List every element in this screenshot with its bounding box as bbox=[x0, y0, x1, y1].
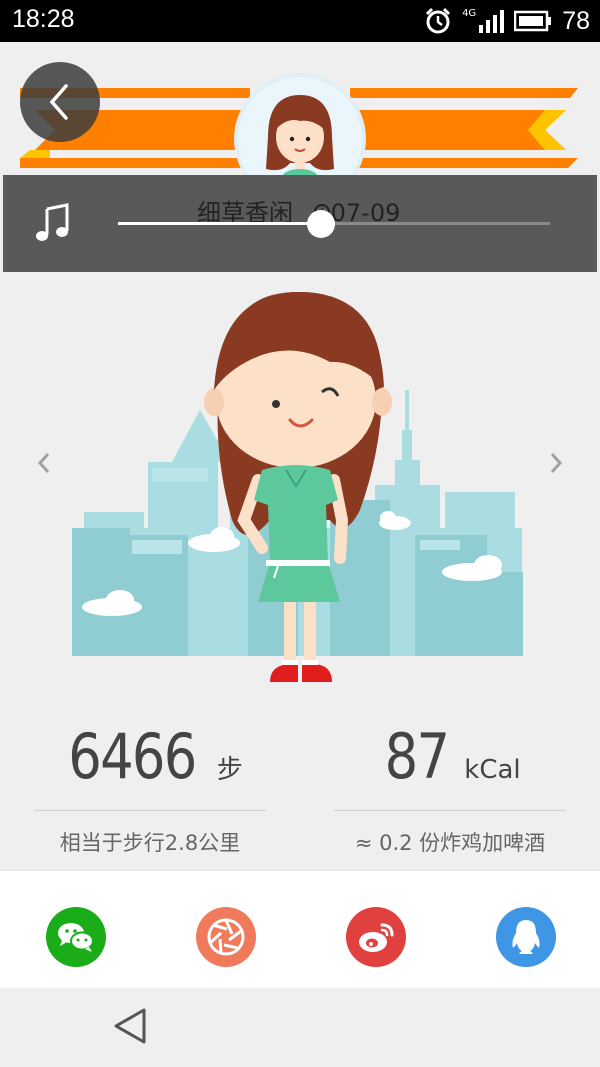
city-girl-illustration bbox=[72, 292, 523, 682]
divider bbox=[34, 810, 266, 811]
battery-level: 78 bbox=[562, 6, 590, 35]
status-bar: 18:28 4G 78 bbox=[0, 0, 600, 42]
next-character-arrow[interactable] bbox=[546, 448, 566, 478]
status-time: 18:28 bbox=[12, 5, 75, 33]
nav-back-icon[interactable] bbox=[112, 1006, 148, 1046]
battery-icon bbox=[514, 10, 552, 32]
progress-fill bbox=[118, 222, 322, 225]
back-button[interactable] bbox=[20, 62, 100, 142]
share-weibo-button[interactable] bbox=[346, 907, 406, 967]
share-wechat-button[interactable] bbox=[46, 907, 106, 967]
steps-unit: 步 bbox=[216, 755, 243, 785]
share-moments-button[interactable] bbox=[196, 907, 256, 967]
signal-icon bbox=[479, 10, 505, 33]
network-type-label: 4G bbox=[462, 7, 477, 19]
moments-icon bbox=[196, 907, 256, 967]
steps-stat: 6466 步 相当于步行2.8公里 bbox=[34, 720, 266, 857]
music-note-icon[interactable] bbox=[33, 203, 73, 243]
music-player: 细草香闲 07-09 bbox=[3, 175, 597, 272]
steps-distance-note: 相当于步行2.8公里 bbox=[59, 831, 241, 855]
share-bar bbox=[0, 870, 600, 989]
progress-slider[interactable] bbox=[118, 210, 550, 238]
progress-thumb[interactable] bbox=[307, 210, 336, 238]
chevron-left-icon bbox=[37, 453, 50, 473]
divider bbox=[334, 810, 566, 811]
previous-character-arrow[interactable] bbox=[34, 448, 54, 478]
character-illustration bbox=[0, 272, 600, 702]
calories-stat: 87 kCal ≈ 0.2 份炸鸡加啤酒 bbox=[334, 720, 566, 857]
calories-value: 87 bbox=[384, 720, 450, 793]
weibo-icon bbox=[346, 907, 406, 967]
status-icons: 4G 78 bbox=[424, 6, 590, 36]
steps-value: 6466 bbox=[68, 720, 197, 793]
calories-unit: kCal bbox=[464, 755, 521, 785]
chevron-right-icon bbox=[550, 453, 563, 473]
wechat-icon bbox=[46, 907, 106, 967]
qq-icon bbox=[496, 907, 556, 967]
calories-equivalent-note: ≈ 0.2 份炸鸡加啤酒 bbox=[354, 831, 546, 855]
share-qq-button[interactable] bbox=[496, 907, 556, 967]
alarm-icon bbox=[426, 7, 451, 34]
system-nav-bar bbox=[0, 988, 600, 1067]
chevron-left-icon bbox=[49, 84, 68, 120]
